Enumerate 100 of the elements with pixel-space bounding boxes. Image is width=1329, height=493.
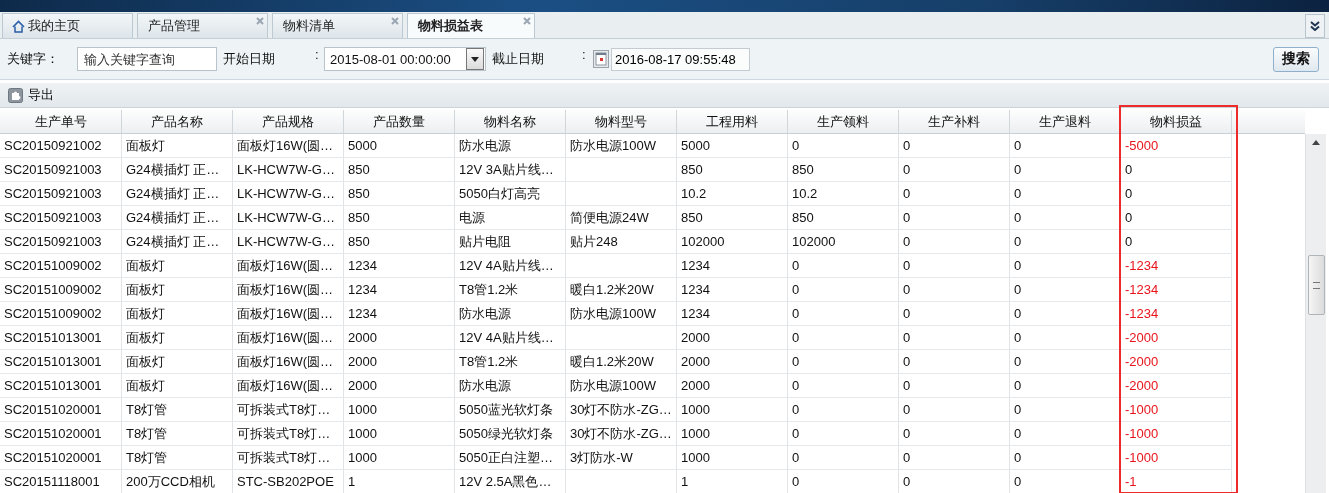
table-cell: 0 [788,326,899,350]
table-cell: 0 [1010,446,1121,470]
table-cell: 面板灯 [122,350,233,374]
table-cell: 850 [344,182,455,206]
close-icon [523,17,531,25]
tab[interactable]: 我的主页 [2,13,133,38]
table-cell: 0 [899,326,1010,350]
table-cell: 2000 [677,374,788,398]
search-button[interactable]: 搜索 [1273,46,1319,72]
end-date-field[interactable]: 2016-08-17 09:55:48 [611,47,750,71]
table-cell: SC20151020001 [0,398,122,422]
tab[interactable]: 物料清单 [272,13,403,38]
table-cell: SC20151020001 [0,422,122,446]
table-cell: 防水电源 [455,374,566,398]
table-cell: 面板灯16W(圆… [233,350,344,374]
table-cell: 贴片248 [566,230,677,254]
column-header[interactable]: 物料型号 [566,110,677,134]
column-header[interactable]: 工程用料 [677,110,788,134]
table-cell: SC20150921003 [0,158,122,182]
table-cell: 0 [1010,230,1121,254]
table-cell: 0 [899,230,1010,254]
table-cell: 102000 [788,230,899,254]
column-header[interactable]: 生产退料 [1010,110,1121,134]
table-cell: 0 [1121,158,1232,182]
table-cell: 0 [1010,470,1121,493]
table-cell: 0 [1010,302,1121,326]
tab[interactable]: 产品管理 [137,13,268,38]
column-header[interactable]: 物料名称 [455,110,566,134]
tab[interactable]: 物料损益表 [407,13,535,38]
table-cell: 0 [1121,230,1232,254]
more-button[interactable] [1305,14,1325,38]
end-date-label: 截止日期 [492,50,545,68]
keyword-label: 关键字： [7,50,60,68]
table-cell: T8灯管 [122,446,233,470]
table-cell: LK-HCW7W-G… [233,182,344,206]
table-cell: 1234 [344,254,455,278]
table-cell: 0 [1010,182,1121,206]
table-cell: 850 [788,206,899,230]
table-cell: LK-HCW7W-G… [233,158,344,182]
table-cell: 5050蓝光软灯条 [455,398,566,422]
start-date-label: 开始日期 [223,50,276,68]
table-cell: SC20151013001 [0,326,122,350]
table-cell: G24横插灯 正… [122,206,233,230]
table-cell: 850 [677,206,788,230]
table-cell: 面板灯 [122,134,233,158]
table-cell: 0 [899,446,1010,470]
table-cell: 5000 [677,134,788,158]
table-cell: 1000 [677,446,788,470]
column-header[interactable]: 生产单号 [0,110,122,134]
table-cell: 面板灯16W(圆… [233,374,344,398]
table-cell: 面板灯 [122,374,233,398]
table-cell: 面板灯 [122,254,233,278]
table-cell: 0 [1121,206,1232,230]
table-cell: 暖白1.2米20W [566,350,677,374]
table-cell: 防水电源 [455,134,566,158]
table-cell: 0 [899,374,1010,398]
table-cell: 0 [899,470,1010,493]
table-cell: 850 [344,230,455,254]
table-cell: SC20150921003 [0,206,122,230]
export-button[interactable]: 导出 [8,86,54,104]
column-header[interactable]: 产品名称 [122,110,233,134]
table-cell: 850 [344,206,455,230]
table-cell: SC20150921002 [0,134,122,158]
keyword-field[interactable]: 输入关键字查询 [77,47,217,71]
table-cell: 可拆装式T8灯… [233,446,344,470]
table-cell: 0 [899,278,1010,302]
table-cell: 2000 [344,374,455,398]
dropdown-arrow-icon [471,56,479,62]
table-cell: 1234 [344,302,455,326]
column-header[interactable]: 产品数量 [344,110,455,134]
double-chevron-icon [1310,21,1320,31]
table-cell: 0 [788,134,899,158]
table-cell: 10.2 [677,182,788,206]
table-cell: 0 [899,134,1010,158]
start-date-dropdown[interactable]: 2015-08-01 00:00:00 [324,47,486,71]
column-header[interactable]: 物料损益 [1121,110,1232,134]
table-cell: -1000 [1121,422,1232,446]
column-header[interactable]: 产品规格 [233,110,344,134]
column-header[interactable]: 生产领料 [788,110,899,134]
table-cell: -1000 [1121,398,1232,422]
table-cell: 0 [788,470,899,493]
table-cell: 暖白1.2米20W [566,278,677,302]
table-cell: 0 [899,422,1010,446]
table-cell: SC20151013001 [0,350,122,374]
table-cell: 30灯不防水-ZG… [566,422,677,446]
table-cell: 0 [1010,278,1121,302]
table-cell: SC20150921003 [0,230,122,254]
table-cell: LK-HCW7W-G… [233,230,344,254]
table-cell: 5050正白注塑… [455,446,566,470]
home-icon [12,19,25,33]
table-cell: 0 [1010,422,1121,446]
table-cell: SC20151009002 [0,254,122,278]
scrollbar[interactable] [1305,134,1326,493]
close-icon [256,17,264,25]
table-cell: 1000 [344,398,455,422]
column-header[interactable]: 生产补料 [899,110,1010,134]
table-cell: T8管1.2米 [455,278,566,302]
table-cell: 0 [1010,374,1121,398]
colon-text: : [315,47,320,62]
table-cell: 102000 [677,230,788,254]
